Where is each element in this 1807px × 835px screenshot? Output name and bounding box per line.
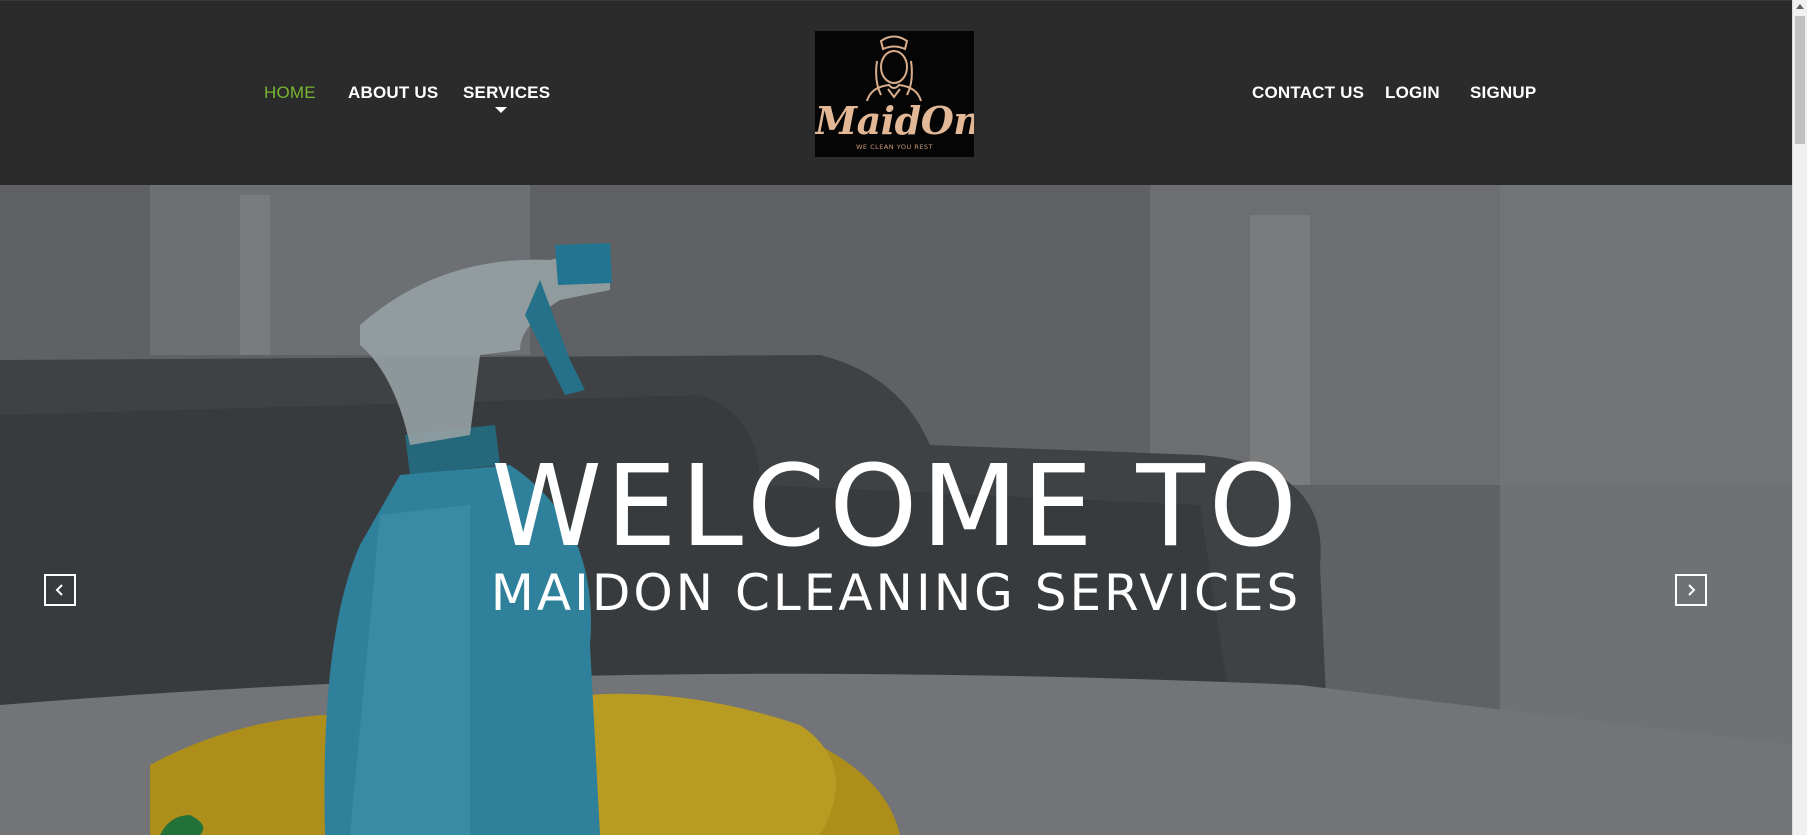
- logo-wordmark: MaidOn: [815, 98, 974, 143]
- nav-signup[interactable]: SIGNUP: [1470, 83, 1536, 103]
- hero-subtitle: MAIDON CLEANING SERVICES: [490, 564, 1302, 622]
- logo-tagline: WE CLEAN YOU REST: [855, 143, 934, 151]
- scrollbar-thumb[interactable]: [1795, 16, 1805, 144]
- nav-home[interactable]: HOME: [264, 83, 316, 103]
- slider-prev-button[interactable]: [44, 574, 76, 606]
- nav-services[interactable]: SERVICES: [463, 83, 550, 103]
- nav-login[interactable]: LOGIN: [1385, 83, 1440, 103]
- site-header: HOME ABOUT US SERVICES MaidOn WE CLEAN Y…: [0, 0, 1792, 185]
- nav-about-us[interactable]: ABOUT US: [348, 83, 438, 103]
- nav-contact-us[interactable]: CONTACT US: [1252, 83, 1364, 103]
- chevron-left-icon: [55, 584, 63, 596]
- page-scrollbar[interactable]: [1792, 0, 1807, 835]
- scroll-up-arrow-icon[interactable]: [1796, 4, 1804, 9]
- services-caret-down-icon[interactable]: [495, 107, 507, 113]
- maidon-logo[interactable]: MaidOn WE CLEAN YOU REST: [815, 31, 974, 157]
- hero-title: WELCOME TO: [491, 442, 1301, 572]
- slider-next-button[interactable]: [1675, 574, 1707, 606]
- hero-slider: WELCOME TO MAIDON CLEANING SERVICES: [0, 185, 1792, 835]
- chevron-right-icon: [1688, 584, 1696, 596]
- page: HOME ABOUT US SERVICES MaidOn WE CLEAN Y…: [0, 0, 1792, 835]
